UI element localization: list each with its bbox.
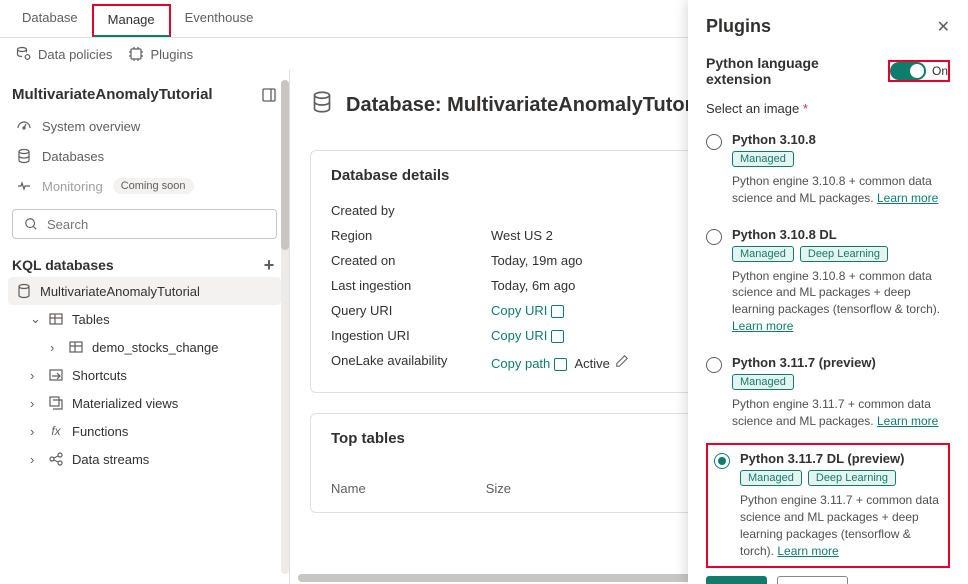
select-image-label: Select an image * xyxy=(706,101,950,116)
function-icon: fx xyxy=(48,423,64,439)
heartbeat-icon xyxy=(16,178,32,194)
radio-icon[interactable] xyxy=(706,357,722,373)
learn-more-link[interactable]: Learn more xyxy=(877,414,938,428)
tree-label: Data streams xyxy=(72,452,149,467)
chevron-right-icon: › xyxy=(30,452,40,467)
radio-icon[interactable] xyxy=(714,453,730,469)
option-py3117dl[interactable]: Python 3.11.7 DL (preview) ManagedDeep L… xyxy=(706,443,950,567)
tab-eventhouse[interactable]: Eventhouse xyxy=(171,4,268,37)
toggle-state: On xyxy=(932,64,948,78)
option-py3117[interactable]: Python 3.11.7 (preview) Managed Python e… xyxy=(706,349,950,444)
tree-label: Shortcuts xyxy=(72,368,127,383)
expand-icon[interactable] xyxy=(261,87,277,103)
tab-manage[interactable]: Manage xyxy=(92,4,171,37)
tree-streams[interactable]: › Data streams xyxy=(8,445,281,473)
sidebar: MultivariateAnomalyTutorial System overv… xyxy=(0,70,290,584)
sidebar-label: System overview xyxy=(42,119,140,134)
database-icon xyxy=(16,283,32,299)
chevron-right-icon: › xyxy=(30,424,40,439)
stream-icon xyxy=(48,451,64,467)
plugins-button[interactable]: Plugins xyxy=(128,46,193,62)
managed-pill: Managed xyxy=(732,246,794,262)
kql-section-header: KQL databases + xyxy=(8,247,281,277)
python-toggle[interactable] xyxy=(890,62,926,80)
database-settings-icon xyxy=(16,46,32,62)
python-toggle-row: Python language extension On xyxy=(706,55,950,87)
copy-icon[interactable] xyxy=(551,330,564,343)
search-icon xyxy=(23,216,39,232)
copy-query-uri[interactable]: Copy URI xyxy=(491,303,547,318)
sidebar-item-system[interactable]: System overview xyxy=(8,111,281,141)
col-size: Size xyxy=(486,481,511,496)
plugins-panel: Plugins ✕ Python language extension On S… xyxy=(688,0,968,584)
tree-db[interactable]: MultivariateAnomalyTutorial xyxy=(8,277,281,305)
plugins-label: Plugins xyxy=(150,47,193,62)
copy-icon[interactable] xyxy=(551,305,564,318)
cancel-button[interactable]: Cancel xyxy=(777,576,847,584)
coming-soon-badge: Coming soon xyxy=(113,178,194,194)
tree-matviews[interactable]: › Materialized views xyxy=(8,389,281,417)
sidebar-label: Databases xyxy=(42,149,104,164)
copy-ingestion-uri[interactable]: Copy URI xyxy=(491,328,547,343)
chevron-right-icon: › xyxy=(50,340,60,355)
sidebar-label: Monitoring xyxy=(42,179,103,194)
dl-pill: Deep Learning xyxy=(808,470,896,486)
tree-label: Tables xyxy=(72,312,110,327)
learn-more-link[interactable]: Learn more xyxy=(732,319,793,333)
database-icon xyxy=(16,148,32,164)
sidebar-item-databases[interactable]: Databases xyxy=(8,141,281,171)
managed-pill: Managed xyxy=(732,374,794,390)
search-box[interactable] xyxy=(12,209,277,239)
col-name: Name xyxy=(331,481,366,496)
sidebar-item-monitoring: Monitoring Coming soon xyxy=(8,171,281,201)
radio-icon[interactable] xyxy=(706,134,722,150)
tree-label: demo_stocks_change xyxy=(92,340,218,355)
layers-icon xyxy=(48,395,64,411)
chevron-right-icon: › xyxy=(30,368,40,383)
tab-database[interactable]: Database xyxy=(8,4,92,37)
database-icon xyxy=(310,90,334,120)
shortcut-icon xyxy=(48,367,64,383)
plus-icon[interactable]: + xyxy=(261,257,277,273)
option-py3108dl[interactable]: Python 3.10.8 DL ManagedDeep Learning Py… xyxy=(706,221,950,349)
tree-tables[interactable]: ⌄ Tables xyxy=(8,305,281,333)
chevron-right-icon: › xyxy=(30,396,40,411)
copy-icon[interactable] xyxy=(554,358,567,371)
copy-path[interactable]: Copy path xyxy=(491,356,550,371)
toggle-label: Python language extension xyxy=(706,55,888,87)
close-icon[interactable]: ✕ xyxy=(937,17,950,37)
learn-more-link[interactable]: Learn more xyxy=(777,544,838,558)
search-input[interactable] xyxy=(47,217,266,232)
tree-label: Functions xyxy=(72,424,128,439)
table-icon xyxy=(68,339,84,355)
tree-label: MultivariateAnomalyTutorial xyxy=(40,284,200,299)
managed-pill: Managed xyxy=(732,151,794,167)
dl-pill: Deep Learning xyxy=(800,246,888,262)
done-button[interactable]: Done xyxy=(706,576,767,584)
managed-pill: Managed xyxy=(740,470,802,486)
tree-label: Materialized views xyxy=(72,396,178,411)
edit-icon[interactable] xyxy=(614,353,630,369)
sidebar-title: MultivariateAnomalyTutorial xyxy=(12,86,213,103)
panel-title: Plugins xyxy=(706,16,771,37)
sidebar-title-row: MultivariateAnomalyTutorial xyxy=(8,78,281,111)
gauge-icon xyxy=(16,118,32,134)
tree-functions[interactable]: › fx Functions xyxy=(8,417,281,445)
data-policies-button[interactable]: Data policies xyxy=(16,46,112,62)
radio-icon[interactable] xyxy=(706,229,722,245)
tree-shortcuts[interactable]: › Shortcuts xyxy=(8,361,281,389)
data-policies-label: Data policies xyxy=(38,47,112,62)
sidebar-scrollbar[interactable] xyxy=(281,80,289,574)
learn-more-link[interactable]: Learn more xyxy=(877,191,938,205)
table-icon xyxy=(48,311,64,327)
plugin-icon xyxy=(128,46,144,62)
tree-demo-stocks[interactable]: › demo_stocks_change xyxy=(8,333,281,361)
option-py3108[interactable]: Python 3.10.8 Managed Python engine 3.10… xyxy=(706,126,950,221)
chevron-down-icon: ⌄ xyxy=(30,311,40,327)
